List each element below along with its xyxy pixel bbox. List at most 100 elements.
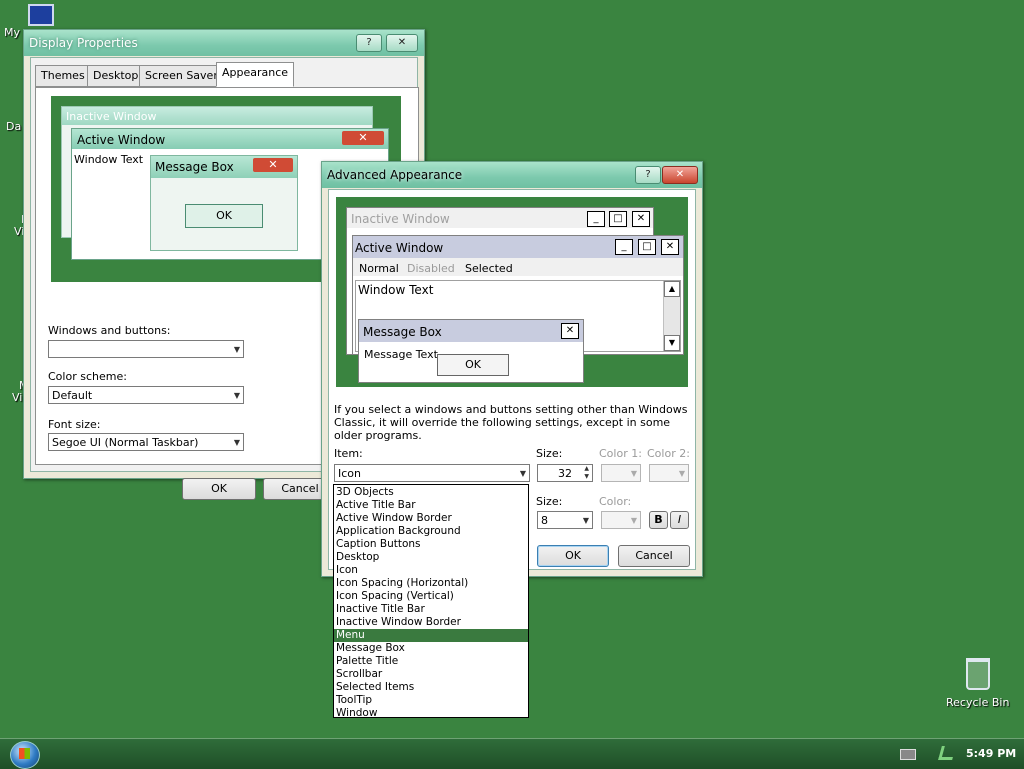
- list-item[interactable]: Window: [334, 707, 528, 720]
- close-icon: ✕: [661, 239, 679, 255]
- start-button[interactable]: [10, 741, 40, 769]
- tab-screen-saver[interactable]: Screen Saver: [139, 65, 224, 87]
- list-item[interactable]: Icon Spacing (Vertical): [334, 590, 528, 603]
- list-item[interactable]: Palette Title: [334, 655, 528, 668]
- list-item[interactable]: Inactive Title Bar: [334, 603, 528, 616]
- list-item[interactable]: Icon: [334, 564, 528, 577]
- computer-icon: [28, 4, 54, 26]
- item-select[interactable]: Icon ▼: [334, 464, 530, 482]
- chevron-down-icon: ▼: [233, 391, 240, 400]
- list-item[interactable]: Active Title Bar: [334, 499, 528, 512]
- list-item[interactable]: Application Background: [334, 525, 528, 538]
- preview-close-icon: ✕: [342, 131, 384, 145]
- chevron-down-icon: ▼: [678, 469, 685, 478]
- title-bar[interactable]: Display Properties ? ✕: [24, 30, 424, 56]
- list-item[interactable]: Scrollbar: [334, 668, 528, 681]
- notice-text: If you select a windows and buttons sett…: [334, 403, 688, 442]
- ok-button[interactable]: OK: [182, 478, 256, 500]
- item-size-spinner[interactable]: 32 ▲ ▼: [537, 464, 593, 482]
- taskbar: 5:49 PM: [0, 738, 1024, 769]
- font-color-label: Color:: [599, 495, 632, 508]
- item-label: Item:: [334, 447, 363, 460]
- list-item[interactable]: Caption Buttons: [334, 538, 528, 551]
- list-item[interactable]: Selected Items: [334, 681, 528, 694]
- help-button[interactable]: ?: [635, 166, 661, 184]
- close-button[interactable]: ✕: [662, 166, 698, 184]
- list-item[interactable]: 3D Objects: [334, 486, 528, 499]
- chevron-down-icon: ▼: [630, 469, 637, 478]
- desktop-icon-documents[interactable]: Da: [6, 120, 21, 133]
- preview-message-text: Message Text: [364, 348, 438, 361]
- tab-themes[interactable]: Themes: [35, 65, 91, 87]
- chevron-down-icon: ▼: [519, 469, 526, 478]
- list-item[interactable]: Active Window Border: [334, 512, 528, 525]
- windows-logo-icon: [19, 748, 30, 759]
- classic-preview: Inactive Window _ □ ✕ Active Window _ □ …: [336, 197, 688, 387]
- recycle-bin-icon: [965, 658, 990, 690]
- preview-window-text: Window Text: [74, 153, 144, 166]
- list-item[interactable]: Menu: [334, 629, 528, 642]
- scroll-down-icon: ▼: [664, 335, 680, 351]
- color-scheme-select[interactable]: Default ▼: [48, 386, 244, 404]
- preview-window-text: Window Text: [358, 283, 434, 297]
- preview-message-box: Message Box ✕ Message Text OK: [358, 319, 584, 383]
- font-size-select[interactable]: Segoe UI (Normal Taskbar) ▼: [48, 433, 244, 451]
- maximize-icon: □: [609, 211, 627, 227]
- minimize-icon: _: [587, 211, 605, 227]
- preview-message-box-title: Message Box: [155, 160, 234, 174]
- desktop-icon-label: Da: [6, 120, 22, 133]
- preview-message-box: Message Box ✕ OK: [150, 155, 298, 251]
- keyboard-icon[interactable]: [900, 749, 916, 760]
- tab-strip: Themes Desktop Screen Saver Appearance: [35, 62, 415, 87]
- cancel-button[interactable]: Cancel: [618, 545, 690, 567]
- title-bar[interactable]: Advanced Appearance ? ✕: [322, 162, 702, 188]
- chevron-down-icon: ▼: [630, 516, 637, 525]
- spinner-icon: ▲ ▼: [584, 465, 589, 480]
- ok-button[interactable]: OK: [537, 545, 609, 567]
- close-button[interactable]: ✕: [386, 34, 418, 52]
- clock[interactable]: 5:49 PM: [966, 747, 1016, 760]
- close-icon: ✕: [561, 323, 579, 339]
- preview-menu-bar: Normal Disabled Selected: [353, 258, 683, 276]
- color1-picker[interactable]: ▼: [601, 464, 641, 482]
- preview-active-title: Active Window: [77, 133, 166, 147]
- list-item[interactable]: Inactive Window Border: [334, 616, 528, 629]
- bold-button[interactable]: B: [649, 511, 668, 529]
- color1-label: Color 1:: [599, 447, 642, 460]
- list-item[interactable]: Icon Spacing (Horizontal): [334, 577, 528, 590]
- tab-appearance[interactable]: Appearance: [216, 62, 295, 87]
- chevron-down-icon: ▼: [582, 516, 589, 525]
- preview-message-close-icon: ✕: [253, 158, 293, 172]
- preview-inactive-title: Inactive Window: [66, 110, 157, 123]
- close-icon: ✕: [397, 37, 407, 48]
- font-size-select[interactable]: 8 ▼: [537, 511, 593, 529]
- desktop-icon-label: Recycle Bin: [946, 696, 1010, 709]
- list-item[interactable]: ToolTip: [334, 694, 528, 707]
- list-item[interactable]: Desktop: [334, 551, 528, 564]
- color-scheme-label: Color scheme:: [48, 370, 127, 383]
- maximize-icon: □: [638, 239, 656, 255]
- network-icon[interactable]: [938, 746, 956, 760]
- italic-button[interactable]: I: [670, 511, 689, 529]
- desktop-icon-recycle-bin[interactable]: Recycle Bin: [946, 658, 1009, 709]
- windows-and-buttons-label: Windows and buttons:: [48, 324, 171, 337]
- preview-menu-selected: Selected: [465, 262, 513, 275]
- preview-scrollbar: ▲ ▼: [663, 281, 680, 351]
- color2-label: Color 2:: [647, 447, 690, 460]
- font-color-picker[interactable]: ▼: [601, 511, 641, 529]
- scroll-up-icon: ▲: [664, 281, 680, 297]
- item-dropdown-list[interactable]: 3D Objects Active Title Bar Active Window …: [333, 484, 529, 720]
- preview-message-box-title: Message Box: [363, 325, 442, 339]
- minimize-icon: _: [615, 239, 633, 255]
- close-icon: ✕: [632, 211, 650, 227]
- window-title: Display Properties: [29, 36, 138, 50]
- color2-picker[interactable]: ▼: [649, 464, 689, 482]
- windows-and-buttons-select[interactable]: ▼: [48, 340, 244, 358]
- preview-menu-disabled: Disabled: [407, 262, 455, 275]
- window-title: Advanced Appearance: [327, 168, 463, 182]
- help-button[interactable]: ?: [356, 34, 382, 52]
- desktop-icon-label: My: [4, 26, 21, 39]
- preview-inactive-title: Inactive Window: [351, 212, 450, 226]
- list-item[interactable]: Message Box: [334, 642, 528, 655]
- tab-desktop[interactable]: Desktop: [87, 65, 145, 87]
